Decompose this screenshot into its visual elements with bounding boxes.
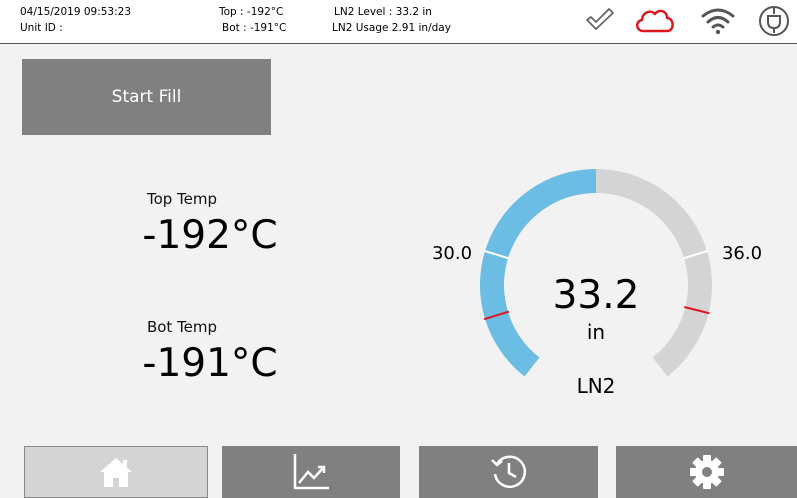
nav-history-button[interactable]: [419, 446, 598, 498]
gauge-label: LN2: [577, 374, 616, 398]
gauge-value: 33.2: [553, 273, 640, 318]
nav-chart-button[interactable]: [222, 446, 400, 498]
history-icon: [490, 455, 526, 488]
top-temp-label: Top Temp: [146, 190, 218, 208]
wifi-icon: [701, 8, 735, 35]
top-temp-value: -192°C: [142, 213, 278, 258]
top-temp-readout: Top : -192°C: [219, 6, 284, 18]
home-icon: [100, 458, 132, 487]
nav-home-button[interactable]: [24, 446, 208, 498]
nav-settings-button[interactable]: [616, 446, 797, 498]
power-plug-icon: [759, 6, 789, 36]
chart-icon: [293, 454, 329, 490]
checkmark-icon: [586, 8, 614, 30]
ln2-usage-readout: LN2 Usage 2.91 in/day: [332, 22, 451, 34]
cloud-icon[interactable]: [633, 6, 677, 36]
ln2-level-readout: LN2 Level : 33.2 in: [334, 6, 432, 18]
bot-temp-label: Bot Temp: [146, 318, 218, 336]
gauge-high-mark: 36.0: [722, 243, 762, 264]
gear-icon: [689, 455, 724, 489]
gauge-low-mark: 30.0: [432, 243, 472, 264]
start-fill-button[interactable]: Start Fill: [22, 59, 271, 135]
status-bar: 04/15/2019 09:53:23 Unit ID : Top : -192…: [0, 0, 797, 44]
bot-temp-value: -191°C: [142, 341, 278, 386]
ln2-level-gauge: 30.0 36.0 33.2 in LN2: [432, 169, 762, 398]
bot-temp-readout: Bot : -191°C: [222, 22, 287, 34]
gauge-unit: in: [587, 320, 605, 344]
datetime: 04/15/2019 09:53:23: [20, 6, 132, 18]
unit-id: Unit ID :: [20, 22, 63, 34]
